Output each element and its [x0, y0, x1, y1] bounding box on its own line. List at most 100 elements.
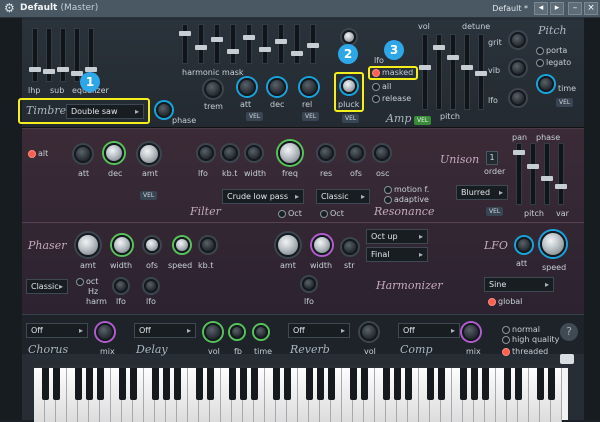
- time-vel-badge[interactable]: VEL: [556, 98, 574, 107]
- reverb-vol-knob[interactable]: [360, 323, 378, 341]
- top-small-knob[interactable]: [342, 30, 356, 44]
- high-quality-radio[interactable]: high quality: [502, 335, 559, 344]
- preset-name[interactable]: Default *: [492, 4, 528, 13]
- pluck-knob[interactable]: [341, 78, 357, 94]
- filter-res-knob[interactable]: [318, 145, 334, 161]
- black-key[interactable]: [482, 368, 489, 400]
- black-key[interactable]: [174, 368, 181, 400]
- legato-radio[interactable]: legato: [536, 58, 571, 67]
- lfo-shape-dropdown[interactable]: Sine ▸: [484, 277, 554, 292]
- phaser-lfo2-knob[interactable]: [144, 279, 158, 293]
- delay-vol-knob[interactable]: [204, 323, 222, 341]
- phaser-amt-knob[interactable]: [76, 233, 100, 257]
- black-key[interactable]: [97, 368, 104, 400]
- lfo-speed-knob[interactable]: [540, 231, 566, 257]
- black-key[interactable]: [119, 368, 126, 400]
- black-key[interactable]: [42, 368, 49, 400]
- harmonizer-mode-dropdown[interactable]: Final ▸: [366, 247, 428, 262]
- phase-knob[interactable]: [156, 102, 172, 118]
- unison-phase-slider[interactable]: [541, 143, 553, 205]
- black-key[interactable]: [460, 368, 467, 400]
- black-key[interactable]: [306, 368, 313, 400]
- vol-slider[interactable]: [419, 34, 431, 110]
- harmonizer-octave-dropdown[interactable]: Oct up ▸: [366, 229, 428, 244]
- resonance-oct-toggle[interactable]: Oct: [320, 209, 344, 218]
- black-key[interactable]: [240, 368, 247, 400]
- black-key[interactable]: [75, 368, 82, 400]
- black-key[interactable]: [328, 368, 335, 400]
- close-icon[interactable]: ×: [584, 2, 598, 15]
- dec-knob[interactable]: [268, 78, 286, 96]
- black-key[interactable]: [548, 368, 555, 400]
- att-knob[interactable]: [238, 78, 256, 96]
- resonance-dropdown[interactable]: Classic ▸: [316, 189, 370, 204]
- phaser-oct-radio[interactable]: oct: [76, 277, 98, 286]
- trem-knob[interactable]: [204, 80, 222, 98]
- restore-icon[interactable]: ▸: [550, 2, 564, 15]
- pluck-vel-badge[interactable]: VEL: [342, 114, 360, 123]
- detune-slider-1[interactable]: [433, 34, 445, 110]
- gear-icon[interactable]: ⚙: [4, 2, 17, 15]
- filter-att-knob[interactable]: [74, 145, 92, 163]
- comp-mix-knob[interactable]: [462, 323, 480, 341]
- filter-kbt-knob[interactable]: [222, 145, 238, 161]
- pitch-lfo-knob[interactable]: [510, 90, 526, 106]
- black-key[interactable]: [427, 368, 434, 400]
- phaser-speed-knob[interactable]: [174, 237, 190, 253]
- unison-pan-slider[interactable]: [513, 143, 525, 205]
- filter-dec-knob[interactable]: [104, 143, 124, 163]
- black-key[interactable]: [515, 368, 522, 400]
- threaded-toggle[interactable]: threaded: [502, 347, 548, 356]
- black-key[interactable]: [86, 368, 93, 400]
- chorus-mix-knob[interactable]: [96, 323, 114, 341]
- black-key[interactable]: [383, 368, 390, 400]
- black-key[interactable]: [207, 368, 214, 400]
- chorus-dropdown[interactable]: Off ▸: [26, 323, 88, 338]
- phaser-kbt-knob[interactable]: [200, 237, 216, 253]
- black-key[interactable]: [317, 368, 324, 400]
- unison-mode-dropdown[interactable]: Blurred ▸: [456, 185, 508, 200]
- unison-count[interactable]: 1: [486, 151, 498, 165]
- black-key[interactable]: [438, 368, 445, 400]
- amp-vel-badge[interactable]: VEL: [414, 116, 432, 125]
- black-key[interactable]: [152, 368, 159, 400]
- filter-freq-knob[interactable]: [278, 141, 302, 165]
- delay-fb-knob[interactable]: [230, 325, 244, 339]
- delay-time-knob[interactable]: [254, 325, 268, 339]
- black-key[interactable]: [471, 368, 478, 400]
- reverb-dropdown[interactable]: Off ▸: [288, 323, 350, 338]
- rel-knob[interactable]: [300, 78, 318, 96]
- lfo-global-toggle[interactable]: global: [488, 297, 522, 306]
- timbre-dropdown[interactable]: Double saw ▸: [66, 104, 144, 119]
- att-vel-badge[interactable]: VEL: [246, 112, 264, 121]
- harmonizer-amt-knob[interactable]: [276, 233, 300, 257]
- motion-radio[interactable]: motion f.: [384, 185, 429, 194]
- alt-toggle[interactable]: alt: [28, 149, 48, 158]
- adaptive-radio[interactable]: adaptive: [384, 195, 429, 204]
- black-key[interactable]: [394, 368, 401, 400]
- all-radio[interactable]: all: [372, 82, 391, 91]
- time-knob[interactable]: [538, 76, 554, 92]
- black-key[interactable]: [504, 368, 511, 400]
- black-key[interactable]: [163, 368, 170, 400]
- harmonic-mask-sliders[interactable]: [179, 24, 332, 66]
- black-key[interactable]: [229, 368, 236, 400]
- black-key[interactable]: [361, 368, 368, 400]
- phaser-lfo-knob[interactable]: [114, 279, 128, 293]
- rel-vel-badge[interactable]: VEL: [302, 112, 320, 121]
- comp-dropdown[interactable]: Off ▸: [398, 323, 460, 338]
- filter-amt-knob[interactable]: [138, 143, 160, 165]
- filter-width-knob[interactable]: [246, 145, 262, 161]
- detune-slider-4[interactable]: [475, 34, 487, 110]
- harmonizer-width-knob[interactable]: [312, 235, 332, 255]
- black-key[interactable]: [350, 368, 357, 400]
- release-radio[interactable]: release: [372, 94, 411, 103]
- unison-var-slider[interactable]: [555, 143, 567, 205]
- black-key[interactable]: [196, 368, 203, 400]
- phaser-width-knob[interactable]: [112, 235, 132, 255]
- keyboard-icon[interactable]: [560, 354, 574, 364]
- black-key[interactable]: [273, 368, 280, 400]
- unison-pitch-slider[interactable]: [527, 143, 539, 205]
- porta-radio[interactable]: porta: [536, 46, 567, 55]
- detune-slider-3[interactable]: [461, 34, 473, 110]
